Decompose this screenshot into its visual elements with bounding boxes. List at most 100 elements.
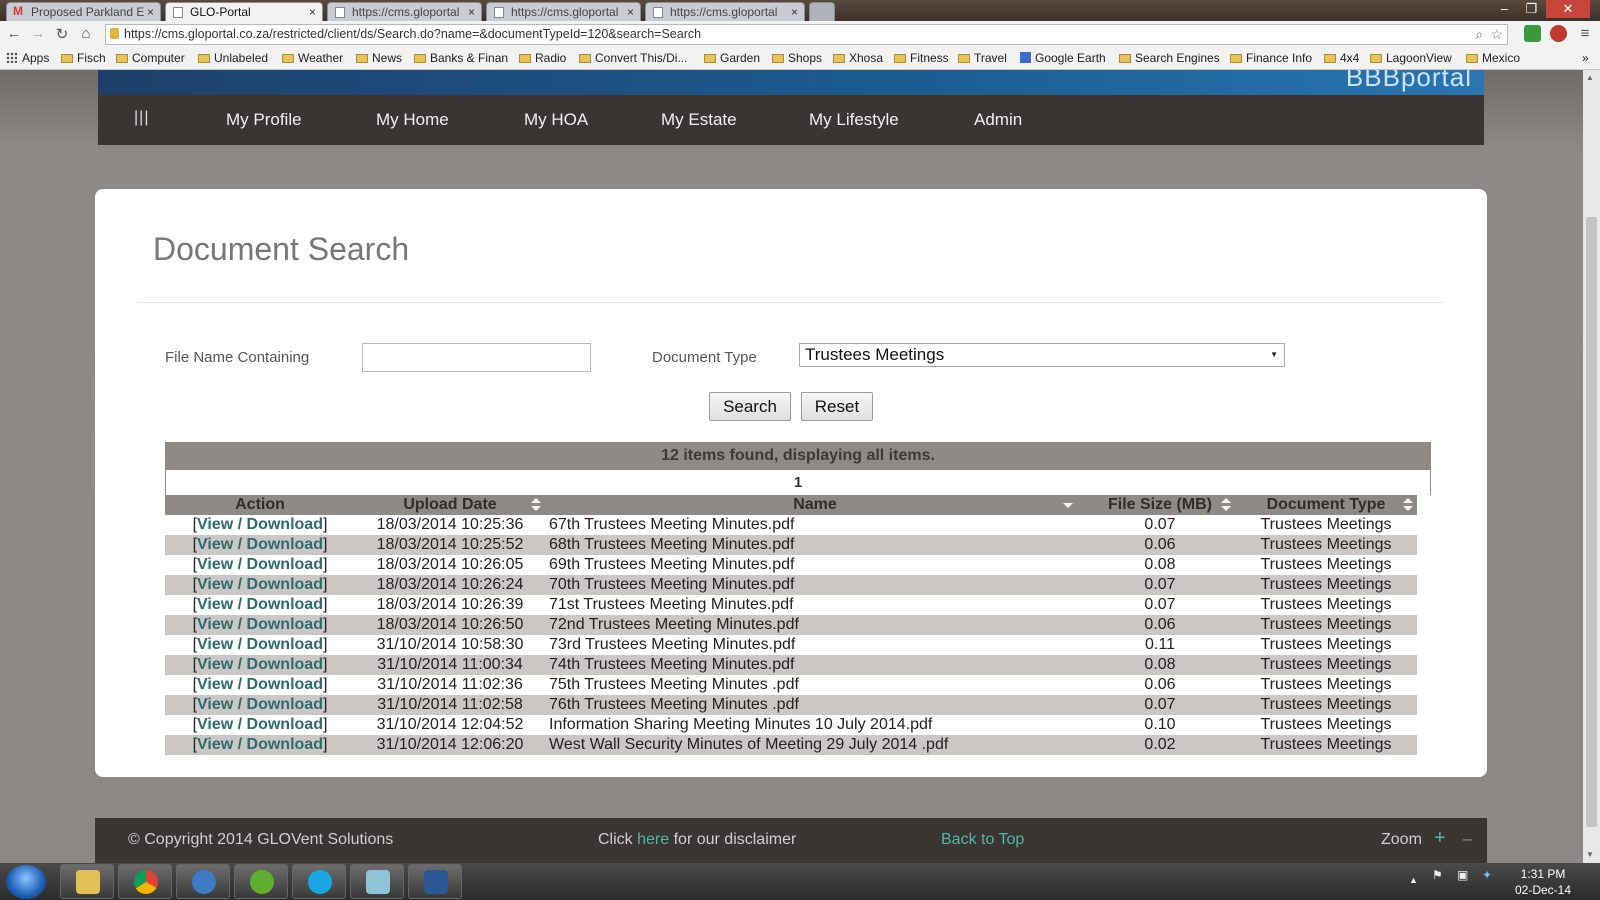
menu-icon[interactable]: ≡ [1576,25,1594,42]
bookmark-folder[interactable]: Radio [519,51,566,65]
search-button[interactable]: Search [709,392,791,421]
disclaimer-link[interactable]: here [637,831,669,848]
taskbar-explorer[interactable] [60,864,114,899]
taskbar-notepad[interactable] [350,864,404,899]
view-download-link[interactable]: View / Download [197,636,323,653]
bookmark-folder[interactable]: LagoonView [1370,51,1452,65]
action-cell: [View / Download] [165,555,355,575]
column-header-file-size[interactable]: File Size (MB) [1085,495,1235,515]
back-to-top-link[interactable]: Back to Top [941,831,1024,849]
adblock-icon[interactable] [1550,25,1567,42]
nav-admin[interactable]: Admin [974,110,1022,130]
column-header-document-type[interactable]: Document Type [1235,495,1417,515]
bookmark-folder[interactable]: Travel [958,51,1007,65]
bookmark-folder[interactable]: Shops [772,51,822,65]
close-icon[interactable]: × [309,5,316,19]
bookmarks-overflow[interactable]: » [1582,51,1589,65]
scroll-up-icon[interactable]: ▲ [1586,73,1594,82]
menu-icon[interactable]: ||| [134,109,149,127]
home-icon[interactable]: ⌂ [77,25,95,42]
taskbar-chrome[interactable] [118,864,172,899]
sort-icon[interactable] [1221,498,1231,512]
taskbar-word[interactable] [408,864,462,899]
network-icon[interactable]: ▣ [1457,868,1468,882]
close-icon[interactable]: × [147,5,154,19]
browser-tab-cms-1[interactable]: https://cms.gloportal × [327,2,482,21]
bookmark-folder[interactable]: Search Engines [1119,51,1220,65]
close-icon[interactable]: × [468,5,475,19]
nav-my-lifestyle[interactable]: My Lifestyle [809,110,899,130]
tray-expand-icon[interactable]: ▲ [1409,875,1418,885]
nav-my-estate[interactable]: My Estate [661,110,737,130]
browser-tab-cms-3[interactable]: https://cms.gloportal × [645,2,805,21]
restore-icon[interactable]: ❐ [1518,0,1545,18]
flag-icon[interactable]: ⚑ [1432,868,1443,882]
view-download-link[interactable]: View / Download [197,696,323,713]
view-download-link[interactable]: View / Download [197,716,323,733]
reload-icon[interactable]: ↻ [53,25,71,43]
bookmark-folder[interactable]: Weather [282,51,343,65]
bookmark-folder[interactable]: 4x4 [1324,51,1359,65]
taskbar-skype[interactable] [292,864,346,899]
close-icon[interactable]: × [791,5,798,19]
minimize-icon[interactable]: – [1491,0,1518,18]
dropbox-icon[interactable]: ✦ [1482,868,1492,882]
forward-arrow-icon[interactable]: → [29,25,47,42]
notepad-icon [366,870,390,894]
bookmark-folder[interactable]: Unlabeled [198,51,268,65]
reset-button[interactable]: Reset [801,392,873,421]
bookmark-folder[interactable]: Fisch [61,51,106,65]
bookmark-folder[interactable]: Computer [116,51,185,65]
bookmark-folder[interactable]: Garden [704,51,760,65]
zoom-out-icon[interactable]: – [1463,831,1472,849]
sort-icon[interactable] [1403,498,1413,512]
taskbar-utorrent[interactable] [234,864,288,899]
sort-icon[interactable] [531,498,541,512]
bookmark-apps[interactable]: Apps [6,51,49,65]
bookmark-folder[interactable]: News [356,51,402,65]
bookmark-folder[interactable]: Xhosa [833,51,883,65]
scroll-down-icon[interactable]: ▼ [1586,850,1594,859]
view-download-link[interactable]: View / Download [197,656,323,673]
bookmark-folder[interactable]: Mexico [1466,51,1520,65]
zoom-magnifier-icon[interactable]: ⌕ [1475,25,1483,44]
close-icon[interactable]: × [627,5,634,19]
system-clock[interactable]: 1:31 PM 02-Dec-14 [1515,866,1571,898]
bookmark-folder[interactable]: Convert This/Di... [579,51,687,65]
close-window-icon[interactable]: ✕ [1546,0,1590,18]
taskbar-thunderbird[interactable] [176,864,230,899]
start-button[interactable] [6,865,46,899]
document-type-select[interactable]: Trustees Meetings ▼ [799,343,1285,367]
bookmark-folder[interactable]: Finance Info [1230,51,1312,65]
bookmark-folder[interactable]: Banks & Finan [414,51,508,65]
view-download-link[interactable]: View / Download [197,576,323,593]
sort-descending-icon[interactable] [1063,503,1073,508]
view-download-link[interactable]: View / Download [197,536,323,553]
extension-icon[interactable] [1524,25,1541,42]
bookmark-star-icon[interactable]: ☆ [1490,25,1503,44]
nav-my-profile[interactable]: My Profile [226,110,302,130]
new-tab-button[interactable] [809,2,835,21]
bookmark-google-earth[interactable]: Google Earth [1020,51,1106,65]
bookmark-folder[interactable]: Fitness [894,51,949,65]
view-download-link[interactable]: View / Download [197,556,323,573]
view-download-link[interactable]: View / Download [197,736,323,753]
zoom-in-icon[interactable]: + [1434,827,1446,850]
column-header-upload-date[interactable]: Upload Date [355,495,545,515]
view-download-link[interactable]: View / Download [197,596,323,613]
view-download-link[interactable]: View / Download [197,616,323,633]
back-arrow-icon[interactable]: ← [5,25,23,42]
file-name-input[interactable] [362,343,591,372]
browser-tab-cms-2[interactable]: https://cms.gloportal × [486,2,641,21]
page-number[interactable]: 1 [794,474,802,491]
scroll-thumb[interactable] [1586,217,1597,827]
browser-tab-gmail[interactable]: M Proposed Parkland E × [6,2,161,21]
view-download-link[interactable]: View / Download [197,676,323,693]
browser-tab-glo-portal[interactable]: GLO-Portal × [165,2,323,21]
column-header-name[interactable]: Name [545,495,1085,515]
vertical-scrollbar[interactable]: ▲ ▼ [1583,70,1600,863]
nav-my-home[interactable]: My Home [376,110,449,130]
view-download-link[interactable]: View / Download [197,516,323,533]
address-bar[interactable]: https://cms.gloportal.co.za/restricted/c… [105,24,1508,45]
nav-my-hoa[interactable]: My HOA [524,110,588,130]
